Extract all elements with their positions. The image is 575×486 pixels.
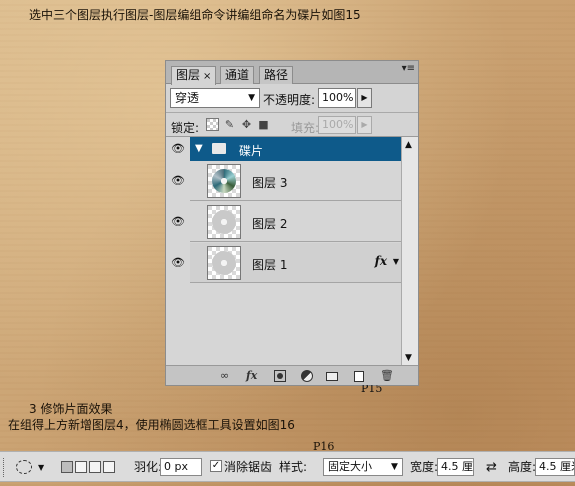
chevron-down-icon[interactable]: ▼ [391, 452, 398, 483]
antialias-checkbox[interactable]: ✓ [210, 460, 222, 472]
layer-group-row[interactable]: ▼ 碟片 [190, 137, 401, 161]
toolbar-grip[interactable] [3, 458, 6, 477]
layer-name: 图层 1 [252, 258, 288, 272]
antialias-label: 消除锯齿 [224, 460, 273, 474]
layer-thumbnail [207, 164, 241, 198]
blend-mode-value: 穿透 [175, 91, 200, 105]
swap-icon[interactable]: ⇄ [486, 452, 497, 483]
lock-label: 锁定: [171, 121, 200, 135]
scrollbar[interactable]: ▲ ▼ [401, 137, 418, 366]
feather-input[interactable]: 0 px [160, 458, 202, 476]
layer-list: 👁 ▼ 碟片 👁 图层 3 👁 图层 2 👁 图层 1 fx ▼ P15 ▲ ▼ [166, 136, 418, 395]
layer-row[interactable]: 图层 3 [190, 161, 401, 201]
link-icon[interactable]: ∞ [220, 369, 229, 382]
group-name: 碟片 [239, 144, 264, 158]
tab-layers-label: 图层 [176, 68, 201, 82]
scroll-up-icon[interactable]: ▲ [405, 140, 412, 150]
fill-label: 填充: [291, 121, 320, 135]
panel-tab-bar: 图层 × 通道 路径 ▾≡ [166, 61, 418, 85]
panel-bottom-bar: ∞ fx 🗑 [166, 365, 418, 385]
blend-row: 穿透 ▼ 不透明度: 100% ▶ [166, 85, 418, 111]
opacity-slider-button[interactable]: ▶ [357, 88, 372, 108]
layer-thumbnail [207, 205, 241, 239]
opacity-label: 不透明度: [263, 93, 316, 107]
disc-icon [212, 169, 236, 193]
blend-mode-select[interactable]: 穿透 ▼ [170, 88, 260, 108]
intersect-selection-icon[interactable] [103, 461, 115, 473]
eye-icon[interactable]: 👁 [170, 175, 186, 186]
tab-channels[interactable]: 通道 [220, 66, 255, 84]
new-layer-icon[interactable] [354, 371, 364, 382]
folder-icon [212, 143, 226, 154]
fill-input[interactable]: 100% [318, 116, 356, 134]
group-icon[interactable] [326, 372, 338, 381]
step-description: 在组得上方新增图层4，使用椭圆选框工具设置如图16 [8, 418, 295, 432]
layer-row[interactable]: 图层 1 fx ▼ [190, 243, 401, 283]
elliptical-marquee-icon[interactable] [16, 460, 32, 474]
height-input[interactable]: 4.5 厘米 [535, 458, 575, 476]
fx-icon[interactable]: fx [246, 369, 257, 382]
options-toolbar: ▼ 羽化: 0 px ✓ 消除锯齿 样式: 固定大小 ▼ 宽度: 4.5 厘米 … [0, 451, 575, 482]
layers-panel: 图层 × 通道 路径 ▾≡ 穿透 ▼ 不透明度: 100% ▶ 锁定: ✎ ✥ ■… [165, 60, 419, 395]
feather-label: 羽化: [134, 460, 163, 474]
caption-top: 选中三个图层执行图层-图层编组命令讲编组命名为碟片如图15 [29, 8, 361, 22]
fill-slider-button[interactable]: ▶ [357, 116, 372, 134]
tab-paths[interactable]: 路径 [259, 66, 294, 84]
fx-icon[interactable]: fx [375, 254, 387, 268]
close-icon[interactable]: × [203, 71, 211, 82]
height-label: 高度: [508, 460, 537, 474]
eye-icon[interactable]: 👁 [170, 216, 186, 227]
chevron-down-icon: ▼ [248, 93, 255, 103]
disc-icon [212, 210, 236, 234]
adjustment-icon[interactable] [301, 370, 313, 382]
lock-transparency-icon[interactable] [206, 118, 219, 131]
mask-icon[interactable] [274, 370, 286, 382]
tab-layers[interactable]: 图层 × [171, 66, 217, 85]
panel-menu-icon[interactable]: ▾≡ [402, 64, 415, 74]
lock-move-icon[interactable]: ✥ [240, 118, 253, 131]
trash-icon[interactable]: 🗑 [380, 369, 394, 382]
layer-thumbnail [207, 246, 241, 280]
eye-icon[interactable]: 👁 [170, 257, 186, 268]
lock-paint-icon[interactable]: ✎ [223, 118, 236, 131]
layer-name: 图层 3 [252, 176, 288, 190]
expand-triangle-icon[interactable]: ▼ [195, 143, 203, 154]
layer-row[interactable]: 图层 2 [190, 202, 401, 242]
width-label: 宽度: [410, 460, 439, 474]
lock-row: 锁定: ✎ ✥ ■ 填充: 100% ▶ [166, 112, 418, 136]
add-selection-icon[interactable] [75, 461, 87, 473]
new-selection-icon[interactable] [61, 461, 73, 473]
lock-icon[interactable]: ■ [257, 118, 270, 131]
disc-icon [212, 251, 236, 275]
layer-name: 图层 2 [252, 217, 288, 231]
width-input[interactable]: 4.5 厘米 [437, 458, 474, 476]
opacity-input[interactable]: 100% [318, 88, 356, 108]
scroll-down-icon[interactable]: ▼ [405, 353, 412, 363]
chevron-down-icon[interactable]: ▼ [38, 452, 44, 483]
step-heading: 3 修饰片面效果 [29, 402, 113, 416]
subtract-selection-icon[interactable] [89, 461, 101, 473]
expand-effects-icon[interactable]: ▼ [393, 257, 399, 266]
eye-icon[interactable]: 👁 [170, 143, 186, 154]
style-label: 样式: [279, 460, 308, 474]
